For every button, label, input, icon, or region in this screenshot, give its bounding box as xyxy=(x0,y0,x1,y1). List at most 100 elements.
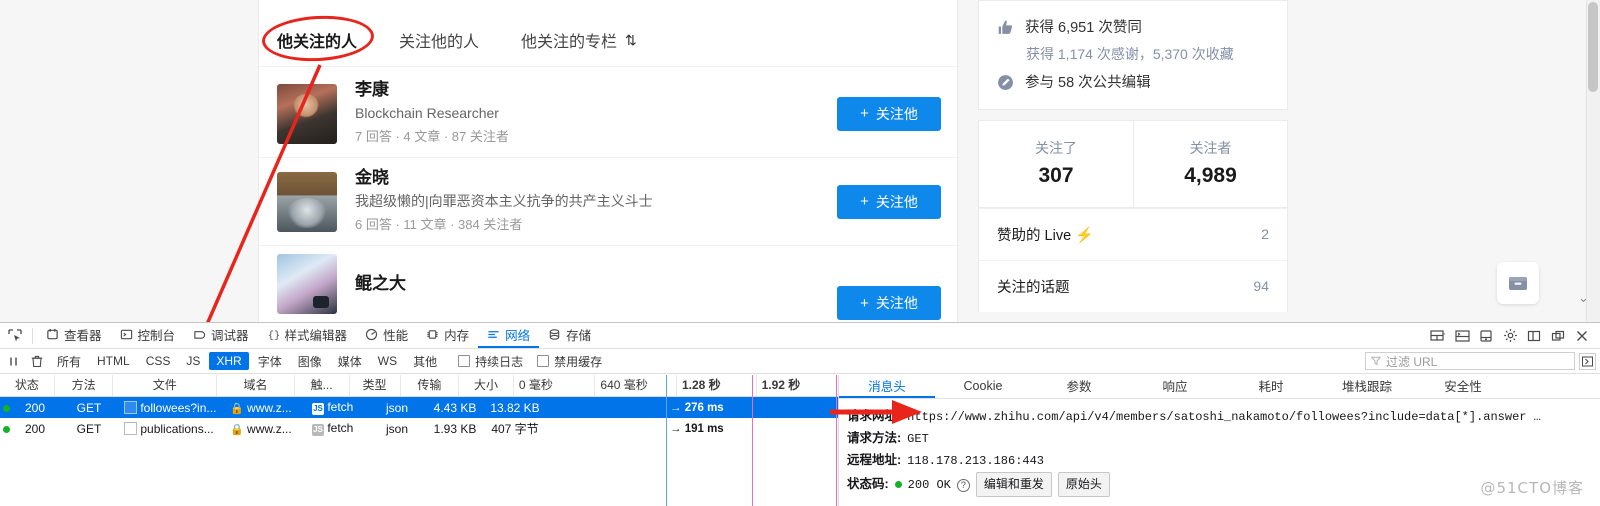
avatar[interactable] xyxy=(277,171,337,232)
col-method[interactable]: 方法 xyxy=(55,375,114,396)
persist-logs-box[interactable] xyxy=(458,355,471,367)
inbox-button[interactable] xyxy=(1497,262,1539,304)
tick-0ms: 0 毫秒 xyxy=(514,375,596,396)
detail-tab-security[interactable]: 安全性 xyxy=(1415,375,1511,398)
lightning-icon: ⚡ xyxy=(1075,226,1094,244)
page-scrollbar-thumb[interactable] xyxy=(1588,2,1598,92)
filter-all[interactable]: 所有 xyxy=(50,351,88,372)
list-item[interactable]: 鲲之大 + 关注他 xyxy=(259,246,959,322)
following-count-cell[interactable]: 关注了 307 xyxy=(979,121,1133,207)
list-item[interactable]: 李康 Blockchain Researcher 7 回答 · 4 文章 · 8… xyxy=(259,70,959,158)
filter-ws[interactable]: WS xyxy=(371,352,404,370)
split-console-icon[interactable] xyxy=(1450,324,1474,348)
page-scrollbar[interactable] xyxy=(1586,0,1600,322)
tab-followers[interactable]: 关注他的人 xyxy=(399,28,479,52)
tab-storage[interactable]: 存储 xyxy=(539,323,600,348)
filter-other[interactable]: 其他 xyxy=(406,351,444,372)
row-domain: www.z... xyxy=(247,421,292,436)
user-name[interactable]: 李康 xyxy=(355,79,837,102)
col-type[interactable]: 类型 xyxy=(350,375,401,396)
network-table-header: 状态 方法 文件 域名 触... 类型 传输 大小 0 毫秒 640 毫秒 1.… xyxy=(0,375,838,397)
filter-html[interactable]: HTML xyxy=(90,352,137,370)
col-domain[interactable]: 域名 xyxy=(217,375,295,396)
clear-trash-icon[interactable] xyxy=(26,351,48,372)
status-indicator-icon xyxy=(2,404,10,412)
filter-fonts[interactable]: 字体 xyxy=(251,351,289,372)
detail-tab-bar: 消息头 Cookie 参数 响应 耗时 堆栈跟踪 安全性 xyxy=(839,375,1600,399)
user-bio: 我超级懒的|向罪恶资本主义抗争的共产主义斗士 xyxy=(355,193,653,210)
avatar[interactable] xyxy=(277,254,337,314)
followed-topics-label: 关注的话题 xyxy=(997,279,1070,296)
filter-media[interactable]: 媒体 xyxy=(331,351,369,372)
col-size[interactable]: 大小 xyxy=(459,375,514,396)
detail-tab-timings[interactable]: 耗时 xyxy=(1223,375,1319,398)
detail-tab-cookies[interactable]: Cookie xyxy=(935,375,1031,398)
row-transfer: 4.43 KB xyxy=(433,400,477,415)
tab-inspector-label: 查看器 xyxy=(64,329,102,343)
expand-panel-icon[interactable] xyxy=(1579,352,1596,370)
detail-tab-response[interactable]: 响应 xyxy=(1127,375,1223,398)
tab-following-columns[interactable]: 他关注的专栏 ⇅ xyxy=(521,28,637,52)
col-status[interactable]: 状态 xyxy=(0,375,55,396)
settings-gear-icon[interactable] xyxy=(1498,324,1522,348)
following-value: 307 xyxy=(1038,163,1074,187)
file-type-icon xyxy=(124,400,137,414)
filter-url-input[interactable]: 过滤 URL xyxy=(1365,352,1575,370)
remote-address-line: 远程地址: 118.178.213.186:443 xyxy=(847,450,1600,472)
tab-style-editor[interactable]: {} 样式编辑器 xyxy=(258,323,357,348)
detail-tab-params[interactable]: 参数 xyxy=(1031,375,1127,398)
close-devtools-icon[interactable] xyxy=(1570,324,1594,348)
sort-toggle-icon[interactable]: ⇅ xyxy=(625,33,637,47)
request-url-value[interactable]: https://www.zhihu.com/api/v4/members/sat… xyxy=(907,407,1541,428)
follow-button[interactable]: + 关注他 xyxy=(837,286,941,320)
dock-side-icon[interactable] xyxy=(1522,324,1546,348)
filter-xhr[interactable]: XHR xyxy=(209,352,249,370)
row-type: json xyxy=(385,421,408,436)
filter-images[interactable]: 图像 xyxy=(291,351,329,372)
profile-main-card: 他关注的人 关注他的人 他关注的专栏 ⇅ 李康 Blockchain Resea… xyxy=(258,0,959,322)
raw-headers-button[interactable]: 原始头 xyxy=(1057,472,1110,497)
pause-icon[interactable] xyxy=(2,351,24,372)
responsive-design-icon[interactable] xyxy=(1426,324,1450,348)
row-method: GET xyxy=(76,400,102,415)
tab-memory[interactable]: 内存 xyxy=(417,323,478,348)
persist-logs-checkbox[interactable]: 持续日志 xyxy=(458,353,523,370)
element-picker-icon[interactable] xyxy=(2,324,28,348)
avatar[interactable] xyxy=(277,83,337,144)
follow-button[interactable]: + 关注他 xyxy=(837,184,941,219)
lock-icon: 🔒 xyxy=(230,402,244,415)
tab-network[interactable]: 网络 xyxy=(478,323,540,348)
status-code-key: 状态码: xyxy=(847,477,889,491)
tab-debugger[interactable]: 调试器 xyxy=(184,323,258,348)
detail-tab-stacktrace[interactable]: 堆栈跟踪 xyxy=(1319,375,1415,398)
disable-cache-box[interactable] xyxy=(537,355,550,367)
tab-style-editor-label: 样式编辑器 xyxy=(284,329,348,343)
edit-resend-button[interactable]: 编辑和重发 xyxy=(975,472,1052,497)
separate-window-icon[interactable] xyxy=(1546,324,1570,348)
col-transfer[interactable]: 传输 xyxy=(401,375,460,396)
followed-topics-value: 94 xyxy=(1253,278,1269,295)
tab-following-people[interactable]: 他关注的人 xyxy=(277,28,357,52)
col-file[interactable]: 文件 xyxy=(113,375,218,396)
filter-url-wrap: 过滤 URL xyxy=(1365,352,1600,370)
follow-button[interactable]: + 关注他 xyxy=(837,96,941,131)
detail-tab-headers[interactable]: 消息头 xyxy=(839,375,935,398)
help-icon[interactable]: ? xyxy=(956,479,970,492)
followers-count-cell[interactable]: 关注者 4,989 xyxy=(1133,120,1287,207)
followed-topics-row[interactable]: 关注的话题 94 xyxy=(978,259,1288,312)
screenshot-icon[interactable] xyxy=(1474,324,1498,348)
user-bio: Blockchain Researcher xyxy=(355,105,499,122)
list-item[interactable]: 金晓 我超级懒的|向罪恶资本主义抗争的共产主义斗士 6 回答 · 11 文章 ·… xyxy=(259,158,959,246)
user-name[interactable]: 金晓 xyxy=(355,167,837,190)
tab-console[interactable]: 控制台 xyxy=(111,323,185,348)
sponsored-live-row[interactable]: 赞助的 Live ⚡ 2 xyxy=(978,207,1288,260)
col-cause[interactable]: 触... xyxy=(295,375,350,396)
filter-js[interactable]: JS xyxy=(179,352,207,370)
table-row[interactable]: 200 GET followees?in... 🔒 www.z... JS fe… xyxy=(0,397,838,418)
tick-640ms: 640 毫秒 xyxy=(595,375,677,396)
tab-inspector[interactable]: 查看器 xyxy=(37,323,111,348)
table-row[interactable]: 200 GET publications... 🔒 www.z... JS fe… xyxy=(0,418,838,439)
disable-cache-checkbox[interactable]: 禁用缓存 xyxy=(537,353,602,370)
tab-performance[interactable]: 性能 xyxy=(356,323,417,348)
filter-css[interactable]: CSS xyxy=(139,352,178,370)
